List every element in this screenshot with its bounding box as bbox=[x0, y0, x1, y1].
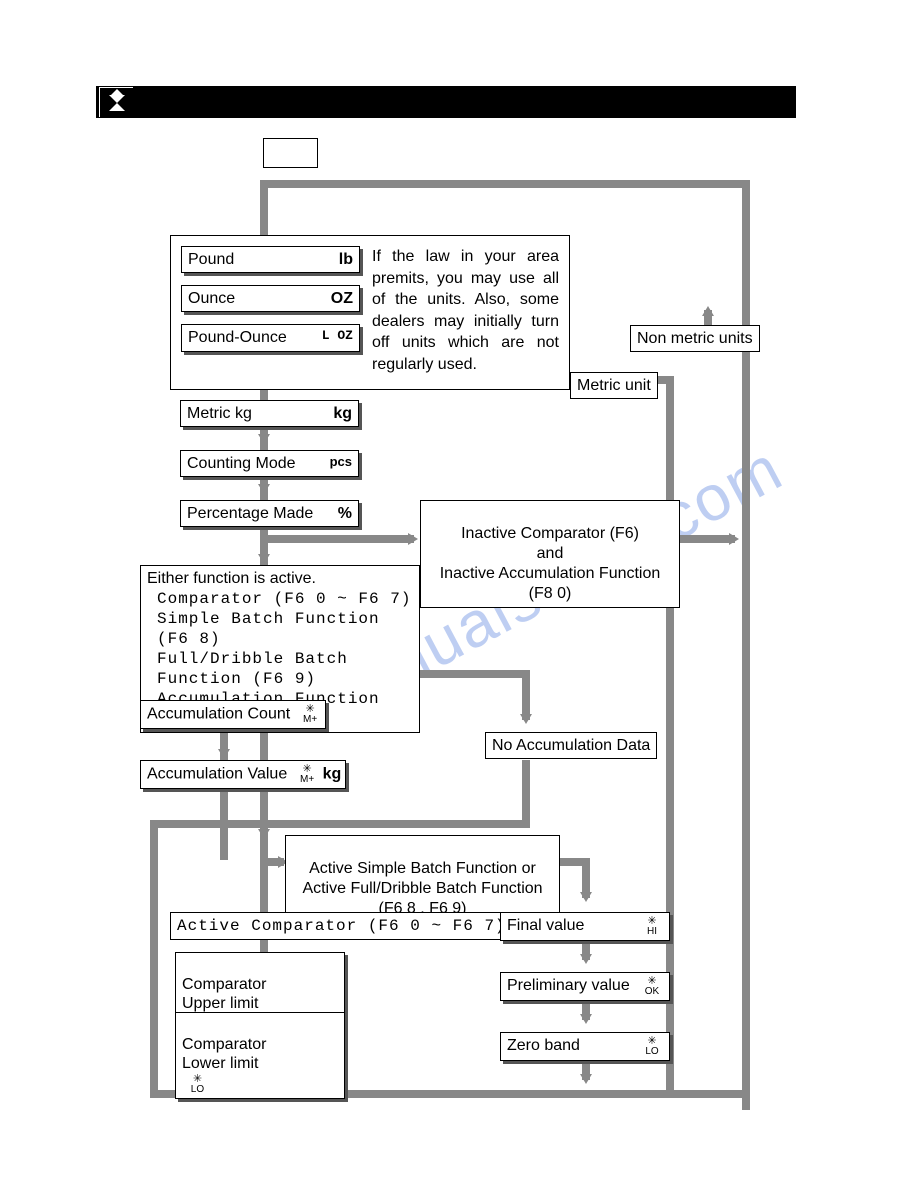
small-empty-box bbox=[263, 138, 318, 168]
unit-pound-ounce-sym: L OZ bbox=[322, 328, 353, 347]
section-header-bar bbox=[96, 86, 796, 118]
unit-ounce-sym: OZ bbox=[331, 289, 353, 308]
unit-percent-sym: % bbox=[338, 504, 352, 523]
units-info-text: If the law in your area premits, you may… bbox=[372, 246, 559, 376]
unit-kg: Metric kg kg bbox=[180, 400, 359, 427]
prelim-value: Preliminary value OK bbox=[500, 972, 670, 1001]
unit-counting-sym: pcs bbox=[330, 454, 352, 473]
flowchart: Pound lb Ounce OZ Pound-Ounce L OZ bbox=[120, 180, 820, 1130]
unit-pound: Pound lb bbox=[181, 246, 360, 273]
hi-icon-2: HI bbox=[641, 916, 663, 937]
either-active-l1: Comparator (F6 0 ~ F6 7) bbox=[157, 589, 413, 609]
units-info-box: Pound lb Ounce OZ Pound-Ounce L OZ bbox=[170, 235, 570, 390]
either-active-l2: Simple Batch Function (F6 8) bbox=[157, 609, 413, 649]
unit-counting-label: Counting Mode bbox=[187, 454, 296, 473]
ok-icon: OK bbox=[641, 976, 663, 997]
unit-pound-sym: lb bbox=[339, 250, 353, 269]
unit-percent: Percentage Made % bbox=[180, 500, 359, 527]
unit-pound-ounce: Pound-Ounce L OZ bbox=[181, 324, 360, 351]
unit-kg-label: Metric kg bbox=[187, 404, 252, 423]
no-acc-data: No Accumulation Data bbox=[485, 732, 657, 759]
mplus-icon-2: M+ bbox=[296, 764, 318, 785]
metric-label: Metric unit bbox=[570, 372, 658, 399]
mplus-icon: M+ bbox=[299, 704, 321, 725]
either-active-l3: Full/Dribble Batch Function (F6 9) bbox=[157, 649, 413, 689]
acc-value: Accumulation Value M+ kg bbox=[140, 760, 346, 789]
page: manualshive.com bbox=[0, 0, 918, 1188]
unit-pound-label: Pound bbox=[188, 250, 234, 269]
lo-icon-2: LO bbox=[641, 1036, 663, 1057]
unit-pound-ounce-label: Pound-Ounce bbox=[188, 328, 287, 347]
unit-ounce-label: Ounce bbox=[188, 289, 235, 308]
unit-kg-sym: kg bbox=[333, 404, 352, 423]
unit-ounce: Ounce OZ bbox=[181, 285, 360, 312]
zero-band: Zero band LO bbox=[500, 1032, 670, 1061]
non-metric-label: Non metric units bbox=[630, 325, 760, 352]
lo-icon: LO bbox=[186, 1074, 208, 1095]
unit-percent-label: Percentage Made bbox=[187, 504, 313, 523]
inactive-functions: Inactive Comparator (F6) and Inactive Ac… bbox=[420, 500, 680, 608]
acc-count: Accumulation Count M+ bbox=[140, 700, 326, 729]
active-comparator: Active Comparator (F6 0 ~ F6 7) bbox=[170, 912, 513, 940]
final-value: Final value HI bbox=[500, 912, 670, 941]
active-batch: Active Simple Batch Function or Active F… bbox=[285, 835, 560, 923]
either-active-title: Either function is active. bbox=[147, 569, 413, 589]
header-icon bbox=[98, 86, 134, 118]
unit-counting: Counting Mode pcs bbox=[180, 450, 359, 477]
comp-lower: Comparator Lower limit LO bbox=[175, 1012, 345, 1099]
kg-sym: kg bbox=[323, 766, 342, 783]
